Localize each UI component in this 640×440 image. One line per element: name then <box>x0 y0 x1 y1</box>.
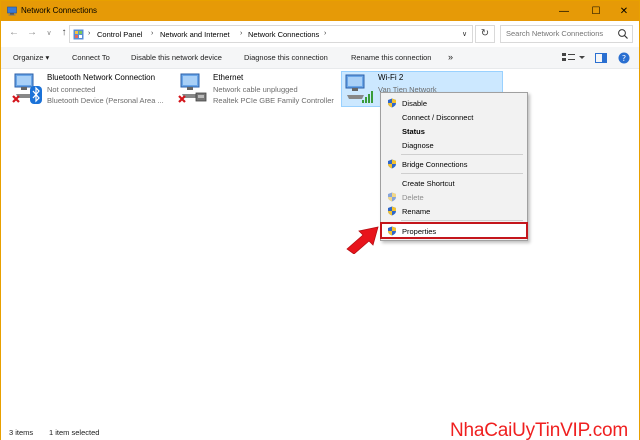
uac-shield-icon <box>388 206 396 216</box>
uac-shield-icon <box>388 98 396 108</box>
menu-item-label: Delete <box>402 193 424 202</box>
svg-text:?: ? <box>622 54 626 63</box>
ethernet-adapter-icon <box>178 73 207 103</box>
connection-item-bluetooth[interactable]: Bluetooth Network Connection Not connect… <box>11 72 171 108</box>
address-bar[interactable]: › Control Panel › Network and Internet ›… <box>69 25 473 43</box>
uac-shield-icon <box>388 192 396 202</box>
menu-item-diagnose[interactable]: Diagnose <box>381 138 527 152</box>
connection-status: Network cable unplugged <box>213 85 298 94</box>
menu-separator <box>401 154 523 155</box>
menu-separator <box>401 173 523 174</box>
menu-item-rename[interactable]: Rename <box>381 204 527 218</box>
wifi-adapter-icon <box>345 74 373 103</box>
connection-device: Bluetooth Device (Personal Area ... <box>47 96 164 105</box>
maximize-button[interactable]: ☐ <box>581 1 611 21</box>
menu-item-connect-disconnect[interactable]: Connect / Disconnect <box>381 110 527 124</box>
connection-name: Bluetooth Network Connection <box>47 73 156 82</box>
breadcrumb-control-panel[interactable]: Control Panel <box>97 30 142 39</box>
breadcrumb-network-connections[interactable]: Network Connections <box>248 30 319 39</box>
menu-item-label: Status <box>402 127 425 136</box>
menu-item-status[interactable]: Status <box>381 124 527 138</box>
uac-shield-icon <box>388 226 396 236</box>
connection-name: Ethernet <box>213 73 244 82</box>
window-title: Network Connections <box>21 6 98 15</box>
breadcrumb-chevron-icon[interactable]: › <box>151 30 153 37</box>
menu-item-label: Connect / Disconnect <box>402 113 474 122</box>
address-bar-row: ← → ∨ ↑ › Control Panel › Network and In… <box>1 22 639 46</box>
menu-item-disable[interactable]: Disable <box>381 96 527 110</box>
back-arrow-icon[interactable]: ← <box>8 27 20 41</box>
refresh-icon[interactable]: ↻ <box>475 25 495 43</box>
items-count: 3 items <box>9 428 34 437</box>
watermark: NhaCaiUyTinVIP.com <box>450 420 629 440</box>
search-icon[interactable] <box>617 28 629 40</box>
menu-item-delete: Delete <box>381 190 527 204</box>
network-connections-window: Network Connections — ☐ ✕ ← → ∨ ↑ › Cont… <box>0 0 640 440</box>
close-button[interactable]: ✕ <box>609 1 639 21</box>
change-view-icon[interactable] <box>561 51 587 65</box>
menu-item-bridge-connections[interactable]: Bridge Connections <box>381 157 527 171</box>
help-icon[interactable]: ? <box>617 51 631 65</box>
address-dropdown-chevron-icon[interactable]: ∨ <box>462 30 467 38</box>
organize-menu-button[interactable]: Organize ▾ <box>13 53 49 62</box>
network-folder-icon <box>7 6 17 16</box>
context-menu: Disable Connect / Disconnect Status Diag… <box>380 92 528 241</box>
menu-separator <box>401 220 523 221</box>
recent-locations-chevron-icon[interactable]: ∨ <box>43 29 55 43</box>
connections-list: Bluetooth Network Connection Not connect… <box>1 69 639 424</box>
red-pointer-arrow-icon <box>346 226 379 254</box>
connection-name: Wi-Fi 2 <box>378 73 404 82</box>
menu-item-label: Create Shortcut <box>402 179 455 188</box>
preview-pane-icon[interactable] <box>594 51 608 65</box>
menu-item-label: Bridge Connections <box>402 160 468 169</box>
command-bar: Organize ▾ Connect To Disable this netwo… <box>1 47 639 69</box>
title-bar[interactable]: Network Connections — ☐ ✕ <box>1 1 639 21</box>
selected-count: 1 item selected <box>49 428 100 437</box>
search-input[interactable] <box>506 29 616 38</box>
connection-item-ethernet[interactable]: Ethernet Network cable unplugged Realtek… <box>177 72 337 108</box>
diagnose-connection-button[interactable]: Diagnose this connection <box>244 53 328 62</box>
connection-device: Realtek PCIe GBE Family Controller <box>213 96 334 105</box>
forward-arrow-icon[interactable]: → <box>26 27 38 41</box>
menu-item-properties[interactable]: Properties <box>380 222 528 239</box>
connect-to-button[interactable]: Connect To <box>72 53 110 62</box>
menu-item-label: Diagnose <box>402 141 434 150</box>
breadcrumb-chevron-icon[interactable]: › <box>240 30 242 37</box>
menu-item-create-shortcut[interactable]: Create Shortcut <box>381 176 527 190</box>
breadcrumb-chevron-icon[interactable]: › <box>324 30 326 37</box>
menu-item-label: Rename <box>402 207 431 216</box>
menu-item-label: Disable <box>402 99 428 108</box>
minimize-button[interactable]: — <box>549 1 579 21</box>
search-box[interactable] <box>500 25 633 43</box>
uac-shield-icon <box>388 159 396 169</box>
breadcrumb-network-and-internet[interactable]: Network and Internet <box>160 30 230 39</box>
rename-connection-button[interactable]: Rename this connection <box>351 53 431 62</box>
more-commands-button[interactable]: » <box>448 52 453 62</box>
breadcrumb-chevron-icon[interactable]: › <box>88 30 90 37</box>
menu-item-label: Properties <box>402 227 437 236</box>
bluetooth-network-adapter-icon <box>12 73 42 104</box>
connection-status: Not connected <box>47 85 96 94</box>
disable-device-button[interactable]: Disable this network device <box>131 53 222 62</box>
control-panel-icon <box>73 29 84 40</box>
